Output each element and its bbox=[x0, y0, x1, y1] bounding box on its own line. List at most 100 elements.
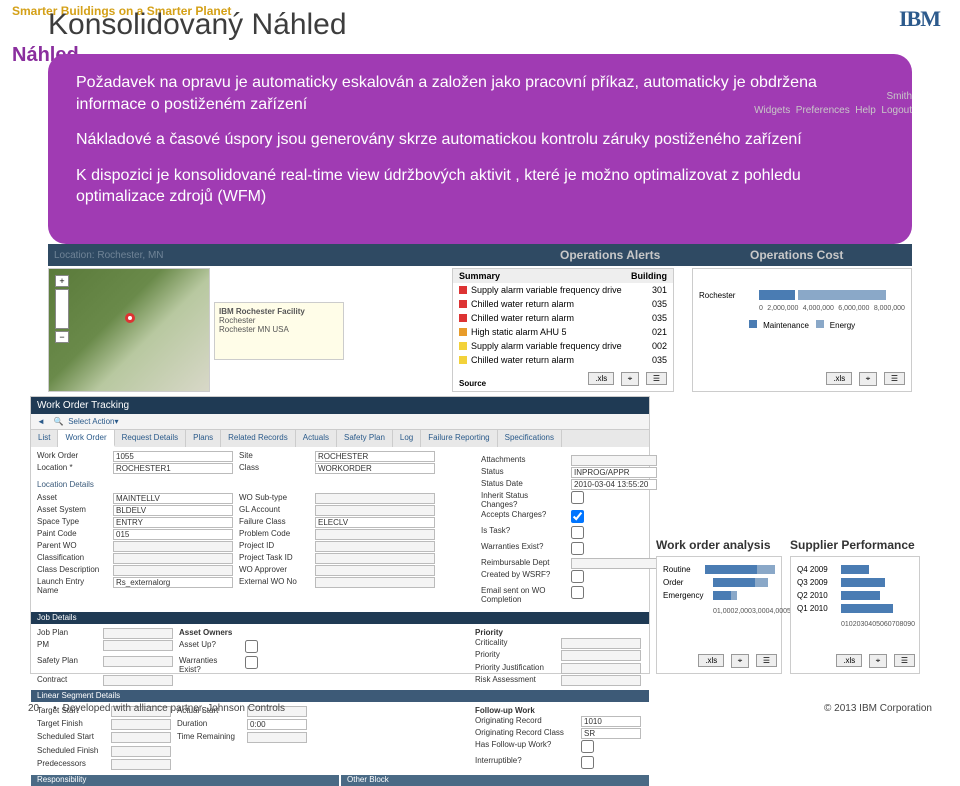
is-task-checkbox[interactable] bbox=[571, 526, 584, 539]
supplier-performance-panel: Q4 2009Q3 2009Q2 2010Q1 2010 01020304050… bbox=[790, 556, 920, 674]
accepts-charges-checkbox[interactable] bbox=[571, 510, 584, 523]
time-remaining-input[interactable] bbox=[247, 732, 307, 743]
alerts-ctrl-1[interactable]: ⌖ bbox=[621, 372, 640, 386]
interruptible-checkbox[interactable] bbox=[581, 756, 594, 769]
attachments-input[interactable] bbox=[571, 455, 657, 466]
target-finish-input[interactable] bbox=[111, 719, 171, 730]
alert-row[interactable]: Chilled water return alarm035 bbox=[453, 353, 673, 367]
footer-left: 20•Developed with alliance partner, John… bbox=[28, 703, 285, 714]
asset-input[interactable]: MAINTELLV bbox=[113, 493, 233, 504]
inherit-status-checkbox[interactable] bbox=[571, 491, 584, 504]
priority-just-input[interactable] bbox=[561, 663, 641, 674]
cost-row-label: Rochester bbox=[699, 291, 759, 300]
woa-xls-button[interactable]: .xls bbox=[698, 654, 724, 667]
schedule-bar[interactable]: Linear Segment Details bbox=[31, 690, 649, 702]
woa-ctrl-1[interactable]: ⌖ bbox=[731, 654, 750, 668]
project-task-input[interactable] bbox=[315, 553, 435, 564]
work-order-input[interactable]: 1055 bbox=[113, 451, 233, 462]
reimbursable-input[interactable] bbox=[571, 558, 657, 569]
parent-wo-input[interactable] bbox=[113, 541, 233, 552]
wot-tab[interactable]: Failure Reporting bbox=[421, 430, 497, 447]
wot-tab[interactable]: List bbox=[31, 430, 58, 447]
pm-input[interactable] bbox=[103, 640, 173, 651]
warranties-checkbox[interactable] bbox=[571, 542, 584, 555]
responsibility-bar[interactable]: Responsibility bbox=[31, 775, 339, 786]
class-desc-input[interactable] bbox=[113, 565, 233, 576]
alert-row[interactable]: Supply alarm variable frequency drive301 bbox=[453, 283, 673, 297]
select-action-dropdown[interactable]: Select Action bbox=[68, 417, 114, 426]
alerts-xls-button[interactable]: .xls bbox=[588, 372, 614, 385]
wo-approver-input[interactable] bbox=[315, 565, 435, 576]
alert-row[interactable]: High static alarm AHU 5021 bbox=[453, 325, 673, 339]
supplier-ctrl-2[interactable]: ☰ bbox=[894, 654, 915, 667]
email-sent-checkbox[interactable] bbox=[571, 586, 584, 599]
classification-input[interactable] bbox=[113, 553, 233, 564]
paint-code-input[interactable]: 015 bbox=[113, 529, 233, 540]
orig-class-input[interactable]: SR bbox=[581, 728, 641, 739]
external-wo-input[interactable] bbox=[315, 577, 435, 588]
failure-class-input[interactable]: ELECLV bbox=[315, 517, 435, 528]
alert-row[interactable]: Chilled water return alarm035 bbox=[453, 297, 673, 311]
wo-subtype-input[interactable] bbox=[315, 493, 435, 504]
wot-tab[interactable]: Related Records bbox=[221, 430, 296, 447]
callout-bubble: Požadavek na opravu je automaticky eskal… bbox=[48, 54, 912, 244]
duration-input[interactable]: 0:00 bbox=[247, 719, 307, 730]
supplier-row: Q1 2010 bbox=[797, 602, 913, 615]
safety-plan-input[interactable] bbox=[103, 656, 173, 667]
woa-row: Order bbox=[663, 576, 775, 589]
criticality-input[interactable] bbox=[561, 638, 641, 649]
cost-ctrl-2[interactable]: ☰ bbox=[884, 372, 905, 385]
wot-tab[interactable]: Actuals bbox=[296, 430, 337, 447]
status-input[interactable]: INPROG/APPR bbox=[571, 467, 657, 478]
warranties2-checkbox[interactable] bbox=[245, 656, 258, 669]
cost-xls-button[interactable]: .xls bbox=[826, 372, 852, 385]
supplier-ctrl-1[interactable]: ⌖ bbox=[869, 654, 888, 668]
supplier-xls-button[interactable]: .xls bbox=[836, 654, 862, 667]
job-details-bar[interactable]: Job Details bbox=[31, 612, 649, 624]
followups-checkbox[interactable] bbox=[581, 740, 594, 753]
created-wsrf-checkbox[interactable] bbox=[571, 570, 584, 583]
supplier-row: Q3 2009 bbox=[797, 576, 913, 589]
site-input[interactable]: ROCHESTER bbox=[315, 451, 435, 462]
supplier-row: Q2 2010 bbox=[797, 589, 913, 602]
wot-tab[interactable]: Request Details bbox=[115, 430, 186, 447]
asset-up-checkbox[interactable] bbox=[245, 640, 258, 653]
cost-ctrl-1[interactable]: ⌖ bbox=[859, 372, 878, 386]
loc-details-label: Location Details bbox=[31, 478, 469, 489]
alert-row[interactable]: Supply alarm variable frequency drive002 bbox=[453, 339, 673, 353]
map-pin-icon[interactable] bbox=[125, 313, 135, 323]
ibm-logo: IBM bbox=[899, 6, 940, 32]
other-block-bar[interactable]: Other Block bbox=[341, 775, 649, 786]
cost-axis: 02,000,0004,000,0006,000,0008,000,000 bbox=[693, 305, 911, 312]
predecessors-input[interactable] bbox=[111, 759, 171, 770]
location-input[interactable]: ROCHESTER1 bbox=[113, 463, 233, 474]
job-plan-input[interactable] bbox=[103, 628, 173, 639]
risk-input[interactable] bbox=[561, 675, 641, 686]
wot-tabs[interactable]: ListWork OrderRequest DetailsPlansRelate… bbox=[31, 430, 649, 447]
alerts-head: SummaryBuilding bbox=[453, 269, 673, 283]
project-id-input[interactable] bbox=[315, 541, 435, 552]
map-controls[interactable]: + − bbox=[55, 275, 69, 343]
launch-entry-input[interactable]: Rs_externalorg bbox=[113, 577, 233, 588]
priority-input[interactable] bbox=[561, 650, 641, 661]
sched-start-input[interactable] bbox=[111, 732, 171, 743]
sched-finish-input[interactable] bbox=[111, 746, 171, 757]
alert-row[interactable]: Chilled water return alarm035 bbox=[453, 311, 673, 325]
gl-account-input[interactable] bbox=[315, 505, 435, 516]
contract-input[interactable] bbox=[103, 675, 173, 686]
map-panel[interactable]: + − bbox=[48, 268, 210, 392]
status-date-input[interactable]: 2010-03-04 13:55:20 bbox=[571, 479, 657, 490]
class-input[interactable]: WORKORDER bbox=[315, 463, 435, 474]
alerts-ctrl-2[interactable]: ☰ bbox=[646, 372, 667, 385]
wot-tab[interactable]: Safety Plan bbox=[337, 430, 393, 447]
wot-tab[interactable]: Work Order bbox=[58, 430, 114, 447]
orig-record-input[interactable]: 1010 bbox=[581, 716, 641, 727]
woa-ctrl-2[interactable]: ☰ bbox=[756, 654, 777, 667]
asset-system-input[interactable]: BLDELV bbox=[113, 505, 233, 516]
space-type-input[interactable]: ENTRY bbox=[113, 517, 233, 528]
problem-code-input[interactable] bbox=[315, 529, 435, 540]
operations-alerts-panel: Operations Alerts SummaryBuilding Supply… bbox=[452, 268, 674, 392]
wot-tab[interactable]: Log bbox=[393, 430, 421, 447]
wot-tab[interactable]: Plans bbox=[186, 430, 221, 447]
wot-tab[interactable]: Specifications bbox=[498, 430, 562, 447]
